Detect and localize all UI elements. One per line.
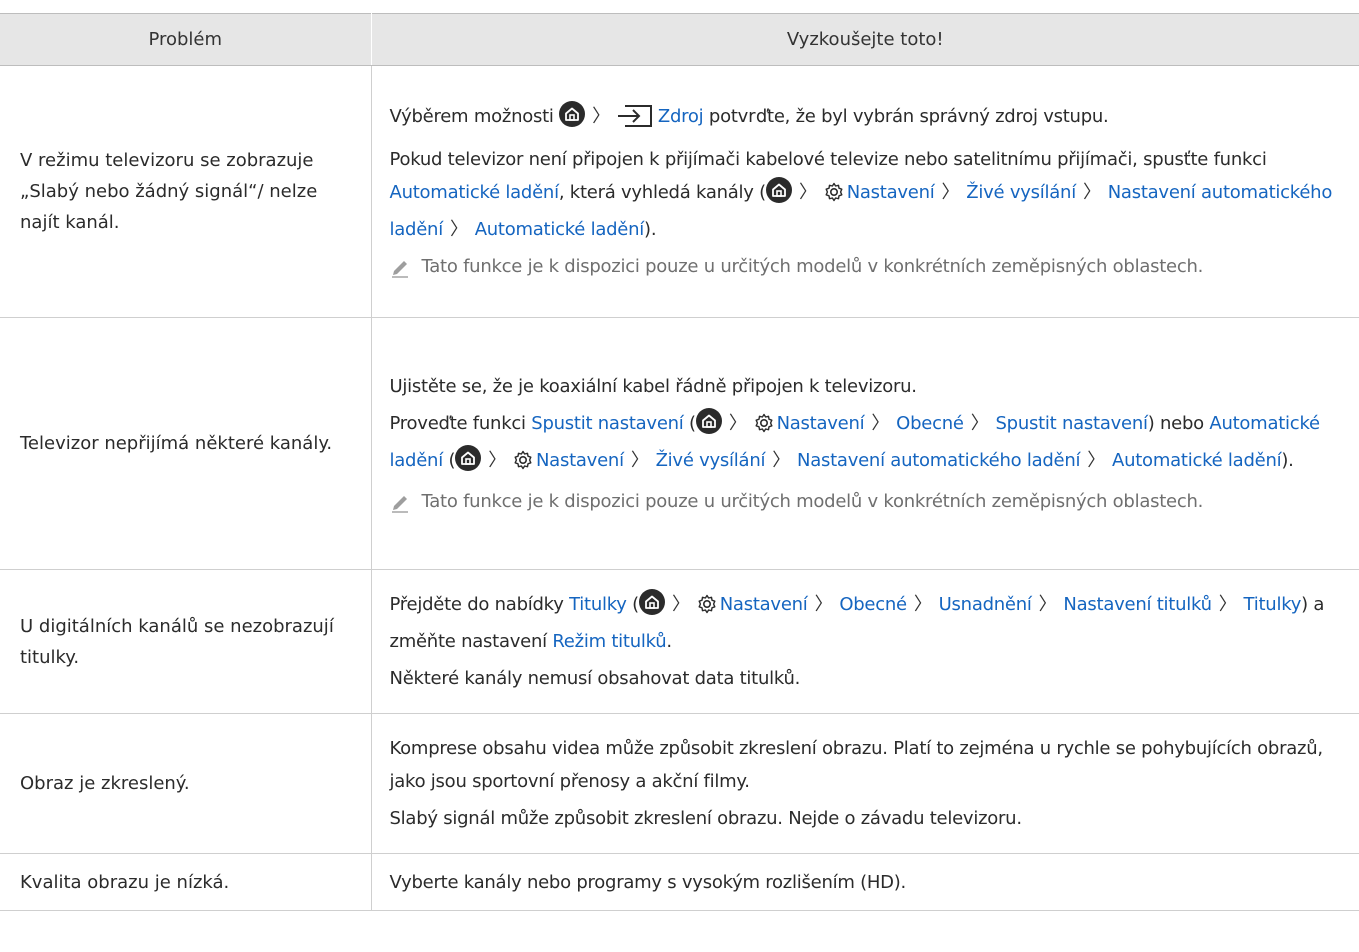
- note: Tato funkce je k dispozici pouze u určit…: [390, 250, 1336, 283]
- table-row: V režimu televizoru se zobrazuje „Slabý …: [0, 65, 1359, 318]
- menu-link-settings: Nastavení: [776, 412, 865, 434]
- menu-link-general: Obecné: [896, 412, 964, 434]
- pencil-note-icon: [390, 256, 410, 289]
- menu-separator: 〉: [728, 412, 747, 434]
- solution-cell: Výběrem možnosti 〉 Zdroj potvrďte, že byl…: [371, 65, 1359, 318]
- text: (: [448, 449, 456, 471]
- menu-link-subtitles: Titulky: [569, 594, 627, 615]
- text: Proveďte funkci: [389, 412, 527, 434]
- menu-link-settings: Nastavení: [846, 182, 935, 203]
- menu-link-auto-tuning: Automatické ladění: [389, 182, 560, 203]
- text: (: [689, 412, 696, 434]
- solution-paragraph: Některé kanály nemusí obsahovat data tit…: [389, 668, 801, 689]
- menu-link-auto-tuning: Automatické ladění: [1112, 449, 1282, 471]
- note-text: Tato funkce je k dispozici pouze u určit…: [421, 256, 1204, 277]
- table-row: Kvalita obrazu je nízká. Vyberte kanály …: [0, 853, 1359, 911]
- solution-paragraph: Pokud televizor není připojen k přijímač…: [390, 143, 1336, 246]
- menu-link-live-tv: Živé vysílání: [966, 182, 1076, 203]
- menu-link-live-tv: Živé vysílání: [655, 449, 766, 471]
- table-row: Televizor nepřijímá některé kanály. Ujis…: [0, 317, 1359, 570]
- menu-separator: 〉: [1218, 594, 1237, 615]
- menu-separator: 〉: [488, 449, 506, 471]
- menu-separator: 〉: [970, 412, 989, 434]
- text: Přejděte do nabídky: [389, 594, 564, 615]
- menu-separator: 〉: [871, 412, 890, 434]
- source-icon: [617, 104, 653, 139]
- menu-link-subtitles: Titulky: [1243, 594, 1302, 615]
- menu-separator: 〉: [449, 219, 468, 240]
- problem-cell: Obraz je zkreslený.: [0, 713, 372, 854]
- menu-link-accessibility: Usnadnění: [938, 594, 1032, 615]
- gear-icon: [697, 592, 717, 625]
- problem-cell: V režimu televizoru se zobrazuje „Slabý …: [0, 65, 372, 318]
- text: ) nebo: [1147, 412, 1204, 434]
- menu-separator: 〉: [814, 594, 833, 615]
- menu-separator: 〉: [1038, 594, 1057, 615]
- menu-link-subtitle-settings: Nastavení titulků: [1063, 594, 1212, 615]
- text: ).: [1281, 449, 1294, 471]
- pencil-note-icon: [390, 491, 410, 524]
- text: Výběrem možnosti: [389, 106, 554, 127]
- troubleshooting-table: Problém Vyzkoušejte toto! V režimu telev…: [0, 13, 1359, 911]
- home-icon: [765, 177, 792, 203]
- table-row: U digitálních kanálů se nezobrazují titu…: [0, 569, 1359, 714]
- menu-link-subtitle-mode: Režim titulků: [552, 631, 667, 652]
- home-icon: [638, 589, 665, 615]
- menu-link-start-setup: Spustit nastavení: [995, 412, 1148, 434]
- menu-separator: 〉: [630, 449, 649, 471]
- menu-separator: 〉: [671, 594, 690, 615]
- gear-icon: [754, 411, 774, 444]
- menu-separator: 〉: [1082, 182, 1101, 203]
- header-solution: Vyzkoušejte toto!: [371, 13, 1359, 66]
- problem-cell: Kvalita obrazu je nízká.: [0, 853, 372, 911]
- menu-link-settings: Nastavení: [535, 449, 624, 471]
- text: potvrďte, že byl vybrán správný zdroj vs…: [708, 106, 1109, 127]
- text: Pokud televizor není připojen k přijímač…: [389, 149, 1267, 170]
- text: ).: [644, 219, 657, 240]
- solution-paragraph: Výběrem možnosti 〉 Zdroj potvrďte, že byl…: [390, 100, 1336, 139]
- home-icon: [695, 407, 722, 434]
- table-header-row: Problém Vyzkoušejte toto!: [0, 13, 1359, 66]
- solution-cell: Přejděte do nabídky Titulky ( 〉 Nastavení 〉…: [371, 569, 1359, 714]
- solution-paragraph: Přejděte do nabídky Titulky ( 〉 Nastavení 〉…: [390, 588, 1336, 658]
- text: (: [632, 594, 639, 615]
- menu-separator: 〉: [913, 594, 932, 615]
- gear-icon: [513, 448, 533, 481]
- problem-cell: U digitálních kanálů se nezobrazují titu…: [0, 569, 372, 714]
- menu-separator: 〉: [772, 449, 790, 471]
- text: , která vyhledá kanály (: [558, 182, 766, 203]
- note: Tato funkce je k dispozici pouze u určit…: [390, 485, 1336, 518]
- home-icon: [455, 444, 482, 471]
- menu-link-auto-tuning-settings: Nastavení automatického ladění: [796, 449, 1081, 471]
- solution-paragraph: Proveďte funkci Spustit nastavení ( 〉 Nast…: [390, 407, 1336, 481]
- table-row: Obraz je zkreslený. Komprese obsahu vide…: [0, 713, 1359, 854]
- menu-link-settings: Nastavení: [719, 594, 808, 615]
- home-icon: [559, 101, 586, 127]
- solution-paragraph: Ujistěte se, že je koaxiální kabel řádně…: [389, 375, 918, 397]
- menu-link-general: Obecné: [839, 594, 907, 615]
- menu-separator: 〉: [941, 182, 960, 203]
- solution-paragraph: Vyberte kanály nebo programy s vysokým r…: [389, 871, 907, 893]
- menu-separator: 〉: [1087, 449, 1106, 471]
- problem-cell: Televizor nepřijímá některé kanály.: [0, 317, 372, 570]
- menu-link-source: Zdroj: [657, 106, 704, 127]
- text: .: [666, 631, 672, 652]
- solution-paragraph: Komprese obsahu videa může způsobit zkre…: [389, 738, 1324, 792]
- note-text: Tato funkce je k dispozici pouze u určit…: [421, 490, 1204, 512]
- menu-separator: 〉: [592, 106, 610, 127]
- menu-separator: 〉: [798, 182, 817, 203]
- solution-paragraph: Slabý signál může způsobit zkreslení obr…: [389, 808, 1023, 829]
- menu-link-auto-tuning: Automatické ladění: [474, 219, 645, 240]
- gear-icon: [824, 180, 844, 213]
- header-problem: Problém: [0, 13, 372, 66]
- solution-cell: Ujistěte se, že je koaxiální kabel řádně…: [371, 317, 1359, 570]
- solution-cell: Vyberte kanály nebo programy s vysokým r…: [371, 853, 1359, 911]
- solution-cell: Komprese obsahu videa může způsobit zkre…: [371, 713, 1359, 854]
- menu-link-start-setup: Spustit nastavení: [531, 412, 684, 434]
